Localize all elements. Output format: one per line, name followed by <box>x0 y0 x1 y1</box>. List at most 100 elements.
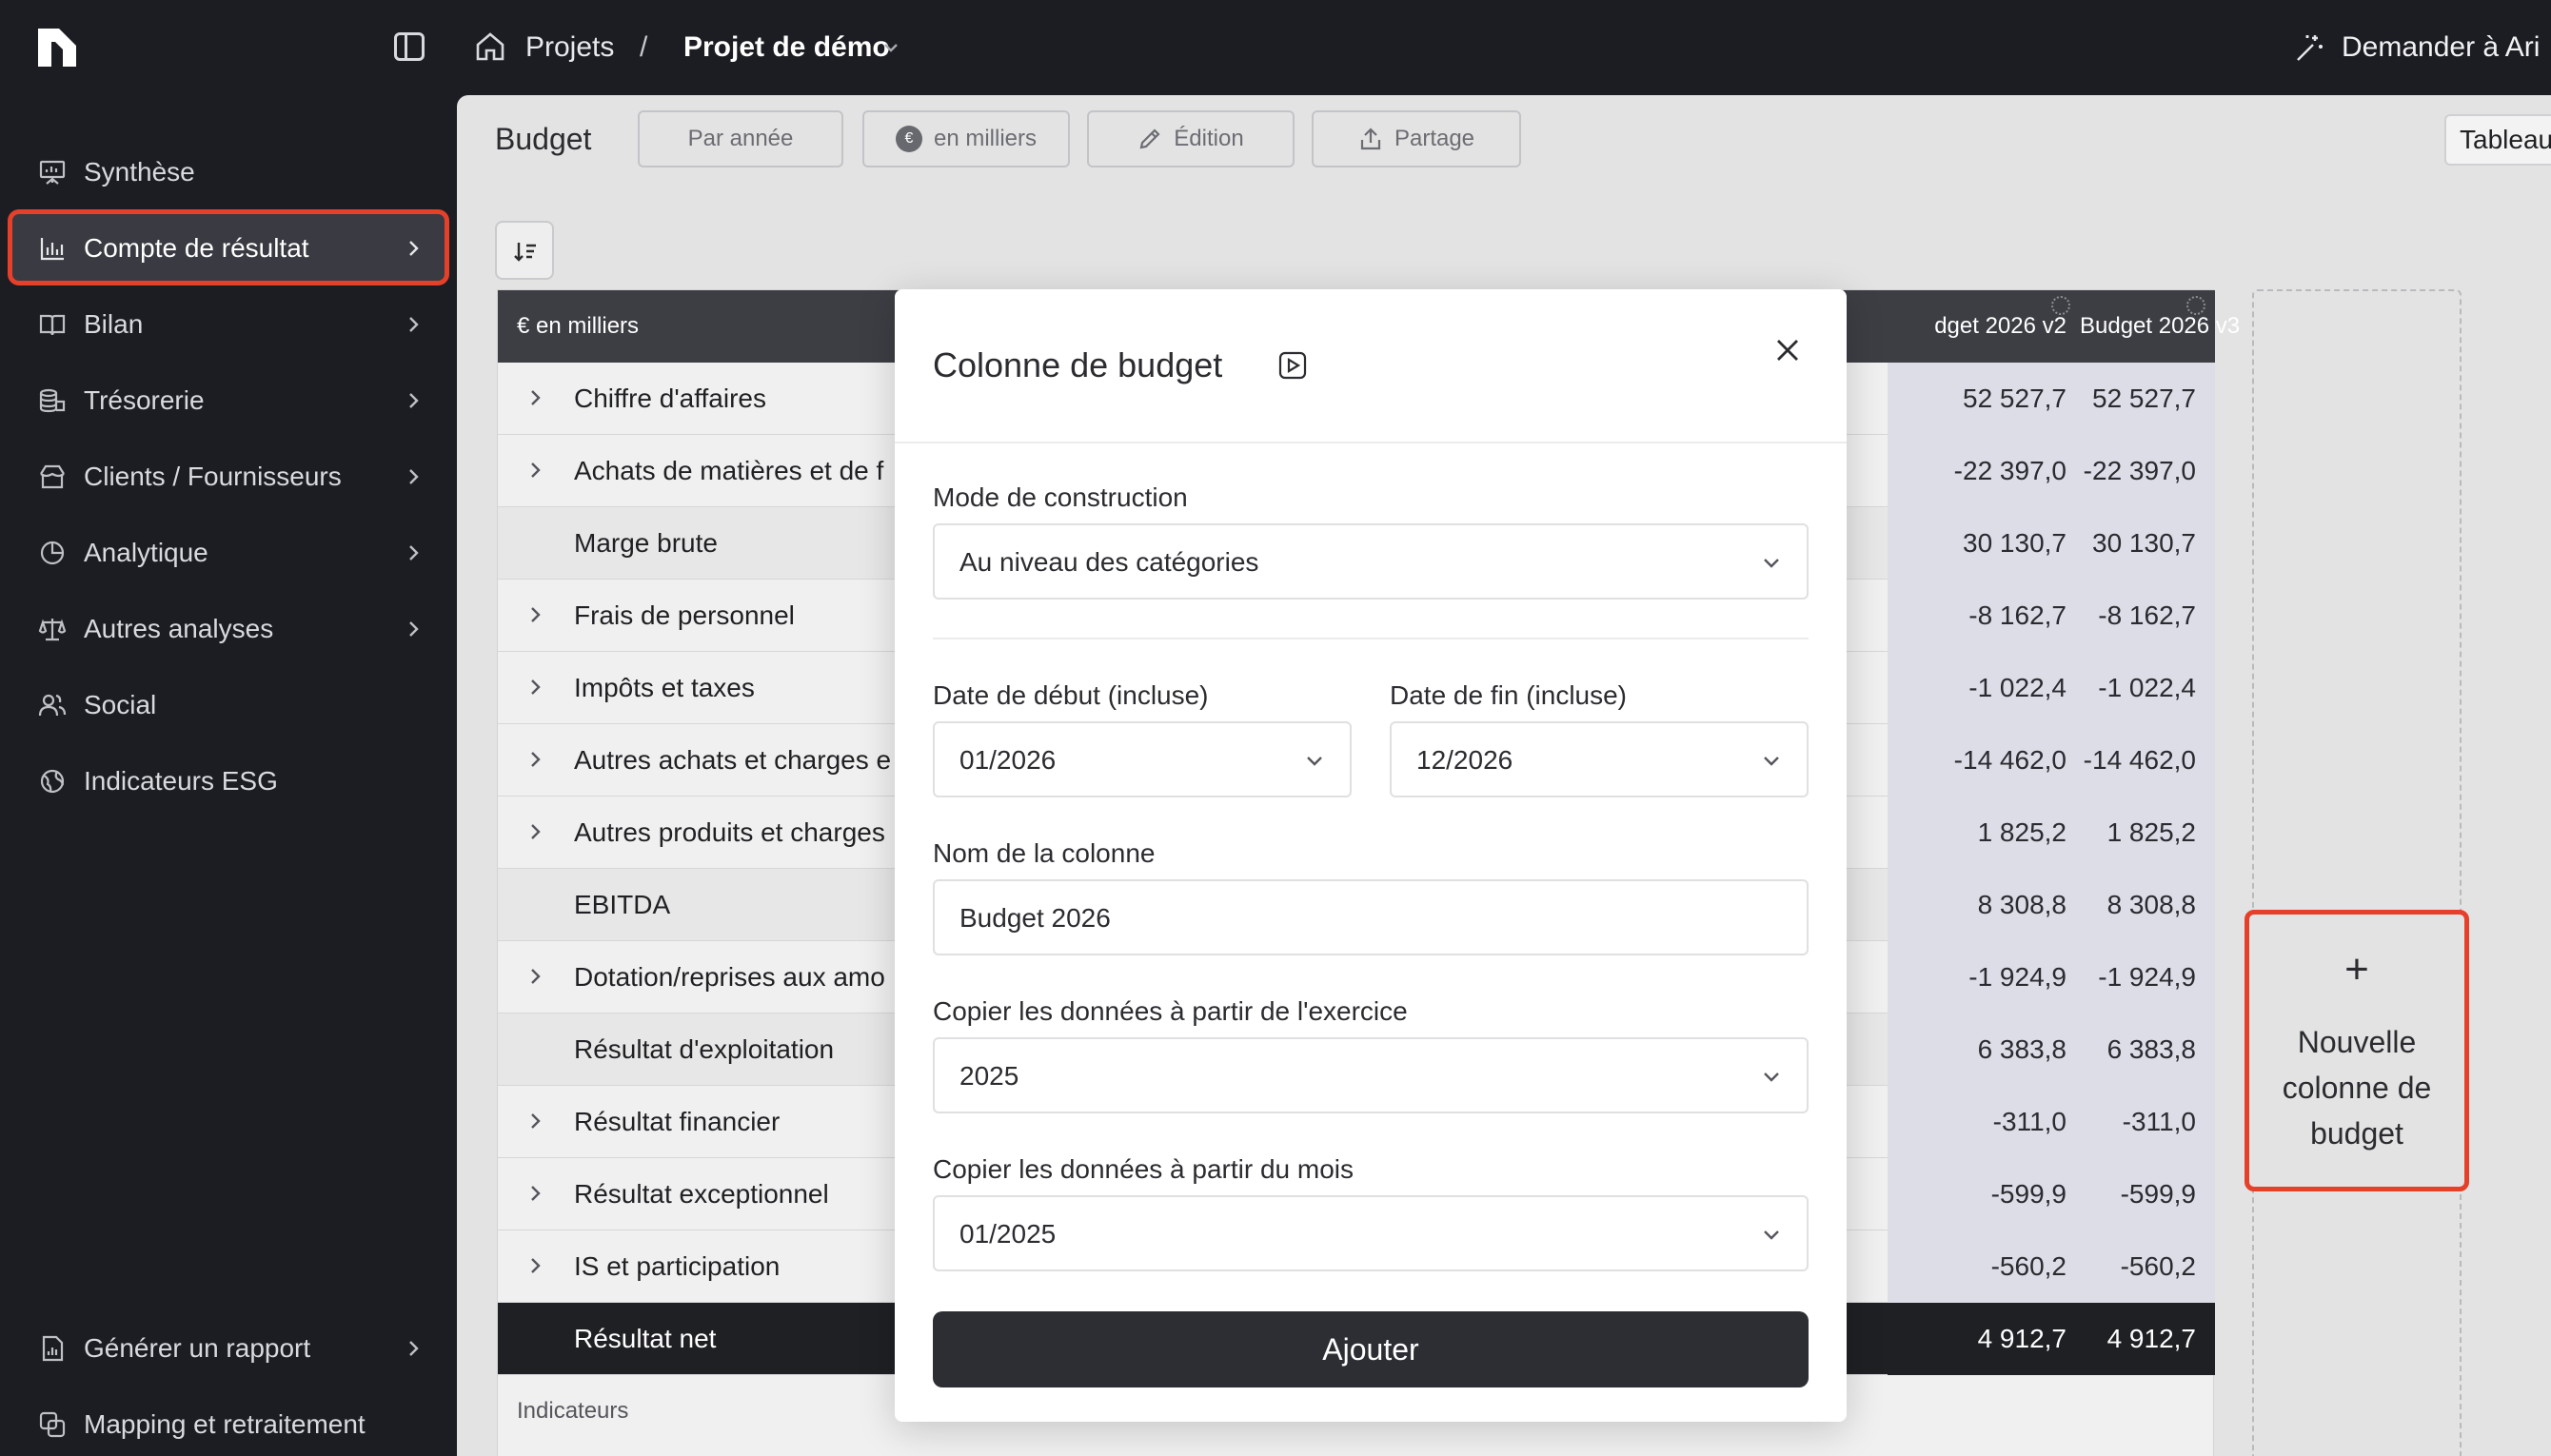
row-label: Dotation/reprises aux amo <box>574 962 885 992</box>
column-settings-icon[interactable] <box>2186 296 2205 315</box>
chevron-right-icon[interactable] <box>526 966 544 987</box>
sidebar-item-synthese[interactable]: Synthèse <box>11 137 445 206</box>
pie-chart-icon <box>40 541 65 565</box>
copy-year-value: 2025 <box>959 1061 1019 1091</box>
cell-budget-v2[interactable]: 6 383,8 <box>1888 1013 2080 1086</box>
cell-budget-v2[interactable]: 52 527,7 <box>1888 363 2080 435</box>
column-header-budget-v3[interactable]: Budget 2026 v3 <box>2080 313 2240 340</box>
play-video-icon[interactable] <box>1277 350 1308 381</box>
chevron-right-icon[interactable] <box>526 749 544 770</box>
add-button[interactable]: Ajouter <box>933 1311 1809 1387</box>
cell-budget-v3[interactable]: -560,2 <box>2080 1230 2215 1303</box>
app-logo-icon[interactable] <box>34 25 80 70</box>
cell-budget-v2[interactable]: -311,0 <box>1888 1086 2080 1158</box>
sidebar-item-compte-de-resultat[interactable]: Compte de résultat <box>11 213 445 282</box>
view-mode-button[interactable]: Tableau <box>2444 114 2551 166</box>
cell-budget-v3[interactable]: -599,9 <box>2080 1158 2215 1230</box>
cell-budget-v2[interactable]: 4 912,7 <box>1888 1303 2080 1375</box>
breadcrumb-current-project[interactable]: Projet de démo <box>683 30 890 65</box>
cell-budget-v3[interactable]: 4 912,7 <box>2080 1303 2215 1375</box>
sidebar-item-analytique[interactable]: Analytique <box>11 518 445 586</box>
sidebar-toggle-icon[interactable] <box>394 32 425 61</box>
column-header-budget-v2[interactable]: dget 2026 v2 <box>1888 313 2067 340</box>
cell-budget-v3[interactable]: 1 825,2 <box>2080 797 2215 869</box>
chevron-right-icon[interactable] <box>526 604 544 625</box>
column-settings-icon[interactable] <box>2051 296 2070 315</box>
construction-mode-value: Au niveau des catégories <box>959 547 1259 577</box>
end-date-select[interactable]: 12/2026 <box>1390 721 1809 797</box>
edit-label: Édition <box>1174 126 1244 151</box>
start-date-label: Date de début (incluse) <box>933 680 1209 710</box>
chevron-right-icon[interactable] <box>526 1111 544 1131</box>
edit-button[interactable]: Édition <box>1087 110 1295 167</box>
copy-year-select[interactable]: 2025 <box>933 1037 1809 1113</box>
cell-budget-v2[interactable]: -560,2 <box>1888 1230 2080 1303</box>
users-icon <box>38 694 67 717</box>
ask-ari-label: Demander à Ari <box>2342 31 2541 63</box>
sidebar-item-tresorerie[interactable]: Trésorerie <box>11 365 445 434</box>
chevron-right-icon[interactable] <box>526 1255 544 1276</box>
row-label: Résultat exceptionnel <box>574 1179 829 1209</box>
cell-budget-v3[interactable]: -8 162,7 <box>2080 580 2215 652</box>
sidebar-item-clients-fournisseurs[interactable]: Clients / Fournisseurs <box>11 442 445 510</box>
cell-budget-v2[interactable]: -22 397,0 <box>1888 435 2080 507</box>
sidebar-item-autres-analyses[interactable]: Autres analyses <box>11 594 445 662</box>
cell-budget-v2[interactable]: 30 130,7 <box>1888 507 2080 580</box>
row-label: Autres produits et charges <box>574 817 885 847</box>
sort-button[interactable] <box>495 221 554 280</box>
chevron-right-icon[interactable] <box>526 821 544 842</box>
close-icon[interactable] <box>1770 333 1805 367</box>
sidebar-item-indicateurs-esg[interactable]: Indicateurs ESG <box>11 746 445 815</box>
breadcrumb-separator: / <box>640 31 648 63</box>
cell-budget-v3[interactable]: -1 022,4 <box>2080 652 2215 724</box>
sidebar-item-generer-rapport[interactable]: Générer un rapport <box>11 1313 445 1382</box>
cell-budget-v3[interactable]: -22 397,0 <box>2080 435 2215 507</box>
chevron-down-icon <box>1764 1230 1779 1240</box>
end-date-value: 12/2026 <box>1416 745 1513 775</box>
chevron-right-icon[interactable] <box>526 1183 544 1204</box>
sidebar-item-social[interactable]: Social <box>11 670 445 738</box>
cell-budget-v3[interactable]: 52 527,7 <box>2080 363 2215 435</box>
sidebar-item-bilan[interactable]: Bilan <box>11 289 445 358</box>
chevron-down-icon <box>1764 1072 1779 1082</box>
chevron-right-icon[interactable] <box>526 460 544 481</box>
cell-budget-v3[interactable]: -311,0 <box>2080 1086 2215 1158</box>
cell-budget-v2[interactable]: -599,9 <box>1888 1158 2080 1230</box>
breadcrumb-projects[interactable]: Projets <box>525 30 614 65</box>
share-button[interactable]: Partage <box>1312 110 1521 167</box>
home-icon[interactable] <box>474 30 506 63</box>
indicators-section-label: Indicateurs <box>517 1398 629 1424</box>
cell-budget-v3[interactable]: 6 383,8 <box>2080 1013 2215 1086</box>
section-divider <box>933 638 1809 639</box>
modal-title: Colonne de budget <box>933 345 1223 384</box>
by-year-button[interactable]: Par année <box>638 110 843 167</box>
row-label: Résultat d'exploitation <box>574 1034 835 1064</box>
copy-month-select[interactable]: 01/2025 <box>933 1195 1809 1271</box>
cell-budget-v2[interactable]: 8 308,8 <box>1888 869 2080 941</box>
cell-budget-v3[interactable]: 8 308,8 <box>2080 869 2215 941</box>
units-button[interactable]: € en milliers <box>862 110 1070 167</box>
construction-mode-select[interactable]: Au niveau des catégories <box>933 523 1809 600</box>
sidebar-item-mapping-retraitement[interactable]: Mapping et retraitement <box>11 1389 445 1456</box>
project-chevron-down-icon[interactable] <box>881 38 900 57</box>
start-date-select[interactable]: 01/2026 <box>933 721 1352 797</box>
cell-budget-v2[interactable]: -14 462,0 <box>1888 724 2080 797</box>
new-budget-column-button[interactable]: + Nouvelle colonne de budget <box>2244 910 2469 1191</box>
cell-budget-v3[interactable]: -1 924,9 <box>2080 941 2215 1013</box>
euro-icon: € <box>895 126 922 152</box>
chevron-right-icon[interactable] <box>526 677 544 698</box>
globe-icon <box>40 769 65 794</box>
cell-budget-v2[interactable]: -1 022,4 <box>1888 652 2080 724</box>
end-date-label: Date de fin (incluse) <box>1390 680 1628 710</box>
column-name-input[interactable]: Budget 2026 <box>933 879 1809 955</box>
ask-ari-button[interactable]: Demander à Ari <box>2294 29 2540 67</box>
chevron-right-icon[interactable] <box>526 387 544 408</box>
cell-budget-v2[interactable]: -1 924,9 <box>1888 941 2080 1013</box>
by-year-label: Par année <box>687 126 794 151</box>
cell-budget-v2[interactable]: -8 162,7 <box>1888 580 2080 652</box>
cell-budget-v3[interactable]: -14 462,0 <box>2080 724 2215 797</box>
store-icon <box>40 464 65 489</box>
cell-budget-v3[interactable]: 30 130,7 <box>2080 507 2215 580</box>
cell-budget-v2[interactable]: 1 825,2 <box>1888 797 2080 869</box>
sidebar-item-label: Compte de résultat <box>84 233 309 263</box>
